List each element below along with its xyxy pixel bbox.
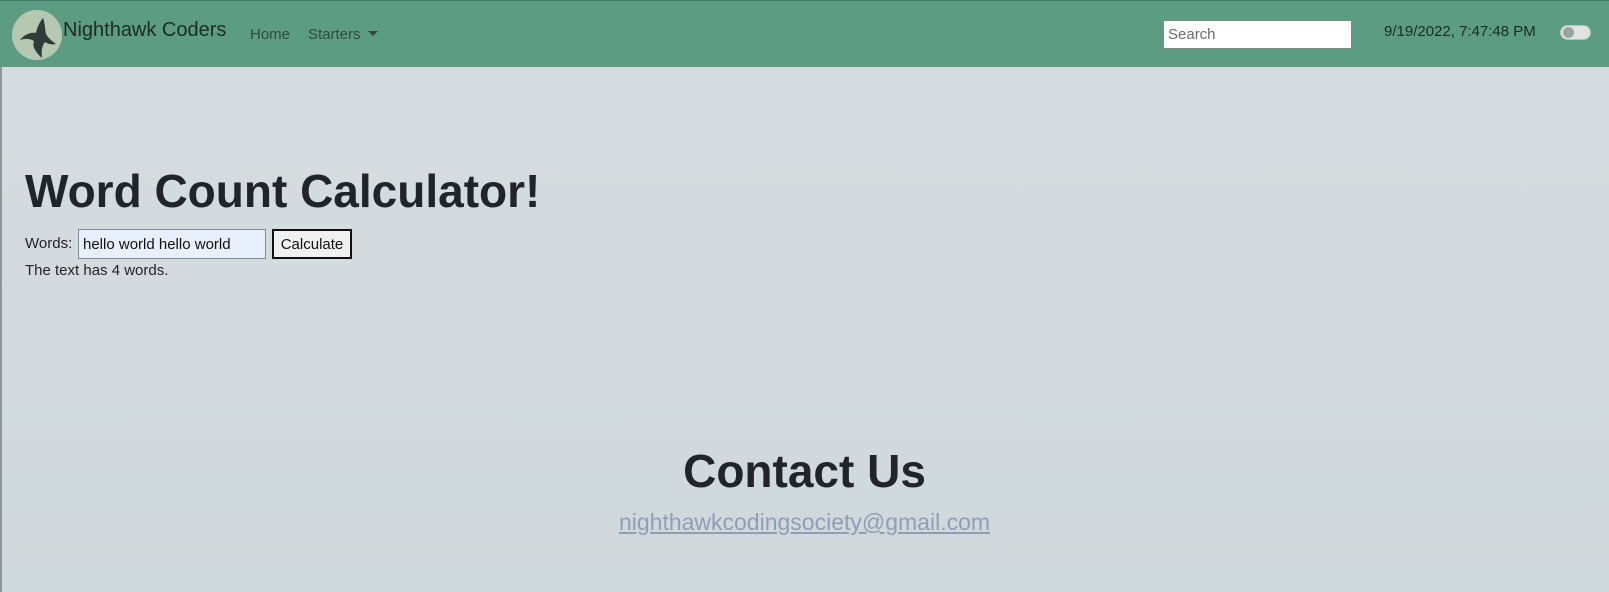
calculate-button[interactable]: Calculate bbox=[272, 229, 352, 259]
toggle-knob bbox=[1563, 27, 1574, 38]
top-navbar: Nighthawk Coders Home Starters 9/19/2022… bbox=[0, 0, 1609, 67]
word-count-result: The text has 4 words. bbox=[25, 262, 169, 279]
contact-heading: Contact Us bbox=[683, 445, 926, 497]
nav-starters-label: Starters bbox=[308, 26, 361, 43]
nav-home-link[interactable]: Home bbox=[250, 26, 290, 43]
page-title: Word Count Calculator! bbox=[25, 165, 541, 217]
nighthawk-bird-icon[interactable] bbox=[12, 10, 62, 60]
brand-name[interactable]: Nighthawk Coders bbox=[63, 19, 226, 42]
search-input[interactable] bbox=[1163, 20, 1352, 49]
words-label: Words: bbox=[25, 235, 73, 252]
datetime-display: 9/19/2022, 7:47:48 PM bbox=[1384, 23, 1536, 40]
words-input[interactable] bbox=[78, 229, 266, 259]
nav-starters-dropdown[interactable]: Starters bbox=[308, 26, 378, 43]
contact-email-link[interactable]: nighthawkcodingsociety@gmail.com bbox=[0, 509, 1609, 536]
caret-down-icon bbox=[367, 31, 378, 36]
theme-toggle-switch[interactable] bbox=[1560, 25, 1591, 40]
